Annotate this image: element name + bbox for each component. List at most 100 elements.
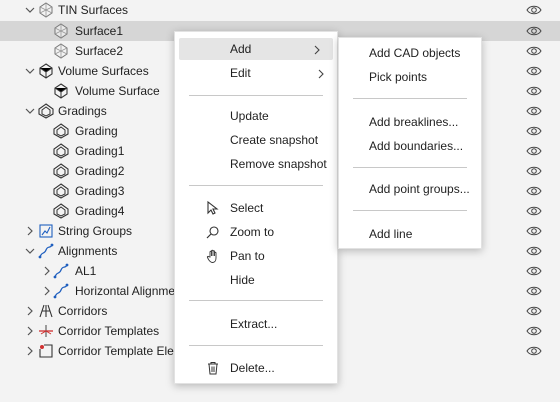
trash-icon xyxy=(205,360,221,376)
submenu-item-add-boundaries[interactable]: Add boundaries... xyxy=(339,135,481,157)
corridor-template-icon xyxy=(38,323,54,339)
eye-icon[interactable] xyxy=(526,265,542,277)
eye-icon[interactable] xyxy=(526,165,542,177)
submenu-item-add-line[interactable]: Add line xyxy=(339,223,481,245)
menu-separator xyxy=(189,185,323,186)
submenu-item-label: Pick points xyxy=(369,70,428,84)
grading-icon xyxy=(53,163,69,179)
grading-icon xyxy=(53,203,69,219)
tree-node-label: Surface1 xyxy=(75,24,124,38)
tree-node-label: Corridors xyxy=(58,304,108,318)
menu-item-label: Update xyxy=(230,109,269,123)
eye-icon[interactable] xyxy=(526,305,542,317)
menu-item-remove-snapshot[interactable]: Remove snapshot xyxy=(175,153,337,175)
eye-icon[interactable] xyxy=(526,185,542,197)
chevron-right-icon[interactable] xyxy=(41,285,53,297)
submenu-item-add-point-groups[interactable]: Add point groups... xyxy=(339,178,481,200)
menu-item-label: Select xyxy=(230,201,264,215)
alignment-icon xyxy=(53,283,69,299)
tree-node-label: Volume Surfaces xyxy=(58,64,149,78)
volume-surface-icon xyxy=(53,83,69,99)
menu-separator xyxy=(189,95,323,96)
chevron-down-icon[interactable] xyxy=(24,105,36,117)
eye-icon[interactable] xyxy=(526,85,542,97)
menu-item-label: Create snapshot xyxy=(230,133,319,147)
tree-node-label: Grading xyxy=(75,124,118,138)
pan-hand-icon xyxy=(205,248,221,264)
menu-item-label: Extract... xyxy=(230,317,278,331)
eye-icon[interactable] xyxy=(526,145,542,157)
chevron-right-icon xyxy=(313,44,321,55)
menu-separator xyxy=(189,300,323,301)
menu-separator xyxy=(353,167,467,168)
chevron-right-icon[interactable] xyxy=(24,345,36,357)
surface-icon xyxy=(53,43,69,59)
submenu-item-add-breaklines[interactable]: Add breaklines... xyxy=(339,111,481,133)
menu-item-zoom-to[interactable]: Zoom to xyxy=(175,221,337,243)
submenu-item-add-cad-objects[interactable]: Add CAD objects xyxy=(339,42,481,64)
tree-node-label: Alignments xyxy=(58,244,118,258)
chevron-right-icon[interactable] xyxy=(24,225,36,237)
menu-item-label: Edit xyxy=(230,66,251,80)
menu-item-update[interactable]: Update xyxy=(175,105,337,127)
chevron-right-icon[interactable] xyxy=(24,305,36,317)
chevron-right-icon[interactable] xyxy=(41,265,53,277)
submenu-item-label: Add boundaries... xyxy=(369,139,464,153)
menu-item-create-snapshot[interactable]: Create snapshot xyxy=(175,129,337,151)
menu-item-label: Delete... xyxy=(230,361,275,375)
eye-icon[interactable] xyxy=(526,225,542,237)
tree-node-label: Grading3 xyxy=(75,184,125,198)
chevron-down-icon[interactable] xyxy=(24,245,36,257)
alignment-icon xyxy=(53,263,69,279)
chevron-right-icon[interactable] xyxy=(24,325,36,337)
tree-node-label: AL1 xyxy=(75,264,97,278)
menu-item-label: Zoom to xyxy=(230,225,275,239)
zoom-icon xyxy=(205,224,221,240)
chevron-down-icon[interactable] xyxy=(24,4,36,16)
chevron-down-icon[interactable] xyxy=(24,65,36,77)
submenu-item-label: Add CAD objects xyxy=(369,46,461,60)
submenu-item-pick-points[interactable]: Pick points xyxy=(339,66,481,88)
surface-icon xyxy=(53,23,69,39)
menu-item-extract[interactable]: Extract... xyxy=(175,313,337,335)
tree-node-label: Grading4 xyxy=(75,204,125,218)
grading-icon xyxy=(53,183,69,199)
tree-node-label: Corridor Templates xyxy=(58,324,160,338)
context-menu: Add Edit Update Create snapshot Remove s… xyxy=(174,31,338,384)
menu-item-hide[interactable]: Hide xyxy=(175,269,337,291)
eye-icon[interactable] xyxy=(526,245,542,257)
eye-icon[interactable] xyxy=(526,125,542,137)
corridor-icon xyxy=(38,303,54,319)
chevron-right-icon xyxy=(317,68,325,79)
eye-icon[interactable] xyxy=(526,105,542,117)
menu-item-edit[interactable]: Edit xyxy=(175,62,337,84)
submenu-item-label: Add line xyxy=(369,227,413,241)
tree-node-label: Surface2 xyxy=(75,44,124,58)
menu-item-label: Pan to xyxy=(230,249,265,263)
alignment-icon xyxy=(38,243,54,259)
menu-item-delete[interactable]: Delete... xyxy=(175,357,337,379)
grading-icon xyxy=(53,143,69,159)
add-submenu: Add CAD objects Pick points Add breaklin… xyxy=(338,37,482,249)
tree-node-label: Gradings xyxy=(58,104,107,118)
eye-icon[interactable] xyxy=(526,45,542,57)
eye-icon[interactable] xyxy=(526,205,542,217)
eye-icon[interactable] xyxy=(526,345,542,357)
eye-icon[interactable] xyxy=(526,65,542,77)
eye-icon[interactable] xyxy=(526,325,542,337)
tree-node-tin-surfaces[interactable]: TIN Surfaces xyxy=(0,0,560,20)
eye-icon[interactable] xyxy=(526,25,542,37)
menu-item-pan-to[interactable]: Pan to xyxy=(175,245,337,267)
menu-item-label: Remove snapshot xyxy=(230,157,327,171)
eye-icon[interactable] xyxy=(526,4,542,16)
corridor-template-element-icon xyxy=(38,343,54,359)
tree-node-label: String Groups xyxy=(58,224,133,238)
menu-item-add[interactable]: Add xyxy=(179,38,333,60)
menu-item-select[interactable]: Select xyxy=(175,197,337,219)
tree-node-label: Corridor Template Elem xyxy=(58,344,184,358)
eye-icon[interactable] xyxy=(526,285,542,297)
tree-node-label: Grading2 xyxy=(75,164,125,178)
submenu-item-label: Add breaklines... xyxy=(369,115,459,129)
menu-item-label: Add xyxy=(230,42,252,56)
tin-surface-icon xyxy=(38,2,54,18)
